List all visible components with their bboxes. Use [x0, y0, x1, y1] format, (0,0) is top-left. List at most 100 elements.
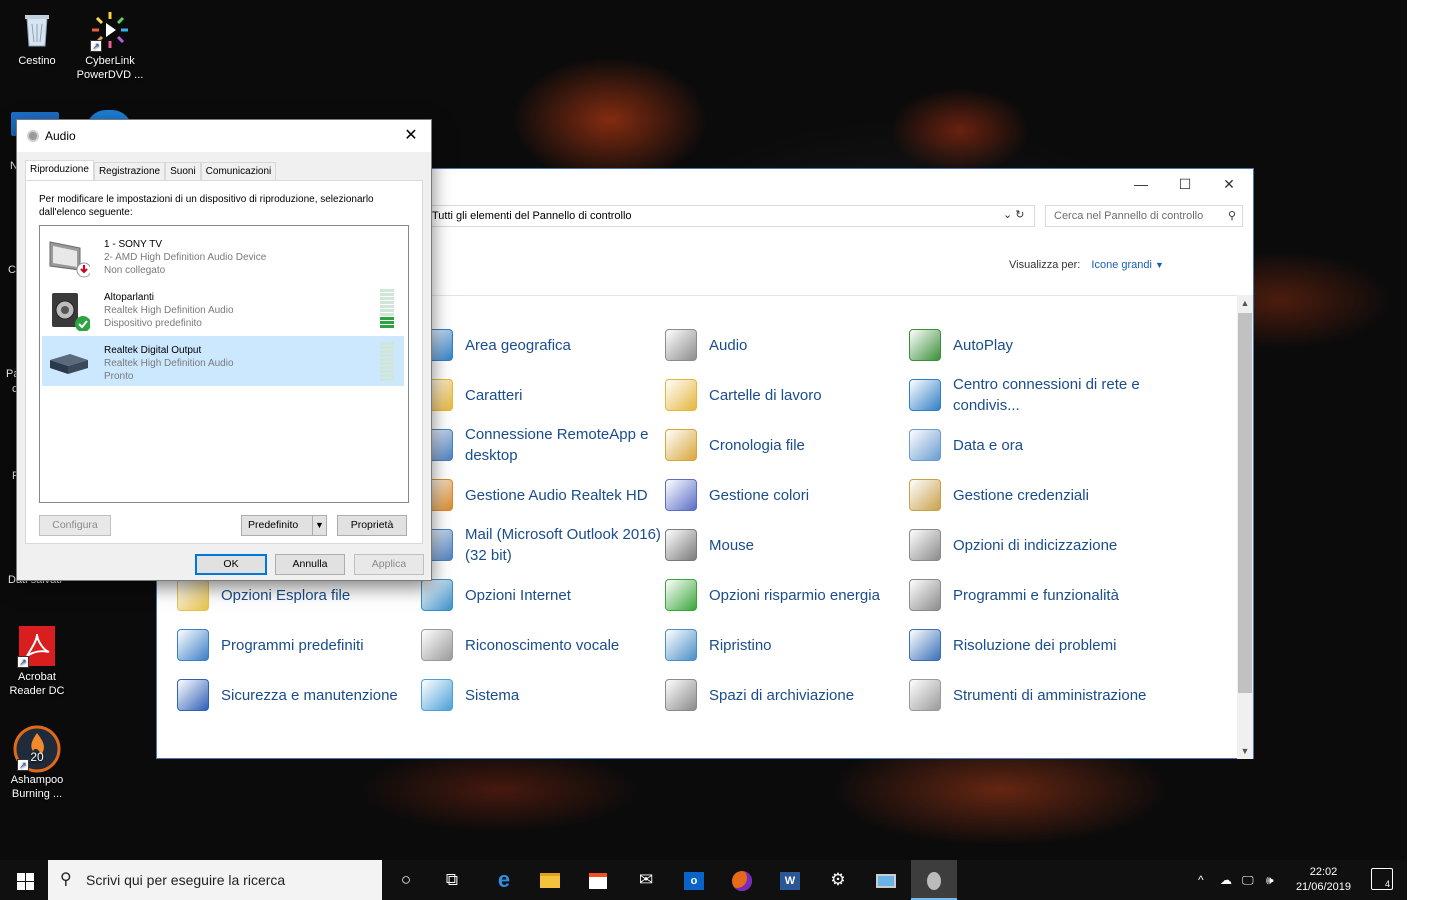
- tab-comunicazioni[interactable]: Comunicazioni: [200, 162, 277, 180]
- view-by-value[interactable]: Icone grandi: [1091, 259, 1152, 271]
- word-icon[interactable]: W: [767, 860, 813, 900]
- cancel-button[interactable]: Annulla: [275, 554, 345, 575]
- control-panel-item-icon: [665, 329, 697, 361]
- onedrive-icon[interactable]: ☁: [1220, 860, 1232, 900]
- control-panel-item[interactable]: Gestione credenziali: [909, 470, 1149, 520]
- control-panel-item-label: Risoluzione dei problemi: [953, 636, 1117, 654]
- control-panel-item[interactable]: Opzioni Internet: [421, 570, 661, 620]
- device-item-altoparlanti[interactable]: Altoparlanti Realtek High Definition Aud…: [42, 283, 404, 333]
- store-icon[interactable]: [575, 860, 621, 900]
- taskbar-search[interactable]: ⚲ Scrivi qui per eseguire la ricerca: [48, 860, 382, 900]
- device-status: Non collegato: [104, 265, 166, 276]
- scroll-up-arrow-icon[interactable]: ▲: [1237, 295, 1253, 311]
- desktop-icon-label: Ashampoo Burning ...: [10, 774, 64, 800]
- outlook-icon[interactable]: o: [671, 860, 717, 900]
- tab-suoni[interactable]: Suoni: [165, 162, 201, 180]
- volume-icon[interactable]: 🕪: [1266, 860, 1274, 900]
- apply-button[interactable]: Applica: [354, 554, 424, 575]
- control-panel-item[interactable]: Opzioni di indicizzazione: [909, 520, 1149, 570]
- tab-registrazione[interactable]: Registrazione: [93, 162, 166, 180]
- address-bar[interactable]: Tutti gli elementi del Pannello di contr…: [427, 205, 1035, 227]
- audio-dialog-titlebar[interactable]: Audio ✕: [17, 120, 431, 152]
- control-panel-item[interactable]: Spazi di archiviazione: [665, 670, 905, 720]
- maximize-button[interactable]: ☐: [1163, 173, 1207, 195]
- control-panel-item[interactable]: Riconoscimento vocale: [421, 620, 661, 670]
- show-hidden-icons[interactable]: ^: [1198, 860, 1204, 900]
- control-panel-item-label: Strumenti di amministrazione: [953, 686, 1147, 704]
- settings-gear-icon[interactable]: ⚙: [815, 860, 861, 900]
- edge-icon[interactable]: e: [481, 860, 527, 900]
- tab-riproduzione[interactable]: Riproduzione: [25, 160, 94, 180]
- control-panel-item[interactable]: Risoluzione dei problemi: [909, 620, 1149, 670]
- control-panel-item-label: Opzioni Internet: [465, 586, 571, 604]
- device-item-realtek-digital-output[interactable]: Realtek Digital Output Realtek High Defi…: [42, 336, 404, 386]
- control-panel-item[interactable]: Programmi predefiniti: [177, 620, 417, 670]
- scroll-down-arrow-icon[interactable]: ▼: [1237, 743, 1253, 759]
- dropdown-arrow-icon[interactable]: ▼: [312, 516, 326, 535]
- control-panel-icon[interactable]: [863, 860, 909, 900]
- action-center-icon[interactable]: 4: [1371, 868, 1393, 890]
- chevron-down-icon: ▼: [1155, 260, 1164, 270]
- control-panel-item[interactable]: AutoPlay: [909, 320, 1149, 370]
- ok-button[interactable]: OK: [195, 554, 267, 575]
- control-panel-item[interactable]: Strumenti di amministrazione: [909, 670, 1149, 720]
- desktop-icon-recycle-bin[interactable]: Cestino: [0, 10, 74, 68]
- meter-segment: [380, 374, 394, 377]
- audio-taskbar-icon[interactable]: [911, 860, 957, 900]
- refresh-icon[interactable]: ↻: [1015, 209, 1024, 221]
- device-item-sony-tv[interactable]: 1 - SONY TV 2- AMD High Definition Audio…: [42, 230, 404, 280]
- control-panel-item-label: Gestione credenziali: [953, 486, 1089, 504]
- device-status: Dispositivo predefinito: [104, 318, 202, 329]
- control-panel-item[interactable]: Sistema: [421, 670, 661, 720]
- acrobat-reader-icon: ↗: [17, 626, 57, 668]
- desktop-icon-acrobat[interactable]: ↗ Acrobat Reader DC: [0, 626, 74, 698]
- desktop-icon-ashampoo[interactable]: 20 ↗ Ashampoo Burning ...: [0, 725, 74, 801]
- control-panel-item[interactable]: Gestione colori: [665, 470, 905, 520]
- device-text: Altoparlanti Realtek High Definition Aud…: [104, 291, 234, 330]
- audio-dialog: Audio ✕ Riproduzione Registrazione Suoni…: [16, 119, 432, 581]
- meter-segment: [380, 358, 394, 361]
- chevron-down-icon[interactable]: ⌄: [1003, 209, 1012, 221]
- control-panel-item[interactable]: Programmi e funzionalità: [909, 570, 1149, 620]
- control-panel-item[interactable]: Mail (Microsoft Outlook 2016) (32 bit): [421, 520, 661, 570]
- control-panel-item[interactable]: Mouse: [665, 520, 905, 570]
- control-panel-item[interactable]: Cronologia file: [665, 420, 905, 470]
- vertical-scrollbar[interactable]: ▲ ▼: [1237, 295, 1253, 759]
- desktop-icon-powerdvd[interactable]: ↗ CyberLink PowerDVD ...: [73, 10, 147, 82]
- desktop-icon-label: CyberLink PowerDVD ...: [76, 55, 144, 81]
- cortana-icon[interactable]: ○: [383, 860, 429, 900]
- control-panel-item[interactable]: Gestione Audio Realtek HD: [421, 470, 661, 520]
- search-placeholder: Scrivi qui per eseguire la ricerca: [86, 872, 286, 888]
- network-icon[interactable]: 🖵: [1242, 860, 1254, 900]
- meter-segment: [380, 309, 394, 312]
- control-panel-item[interactable]: Data e ora: [909, 420, 1149, 470]
- control-panel-item[interactable]: Centro connessioni di rete e condivis...: [909, 370, 1149, 420]
- close-button[interactable]: ✕: [1207, 173, 1251, 195]
- system-clock[interactable]: 22:02 21/06/2019: [1296, 865, 1351, 895]
- configure-button[interactable]: Configura: [39, 515, 111, 536]
- control-panel-item[interactable]: Cartelle di lavoro: [665, 370, 905, 420]
- file-explorer-icon[interactable]: [527, 860, 573, 900]
- control-panel-item[interactable]: Connessione RemoteApp e desktop: [421, 420, 661, 470]
- control-panel-item[interactable]: Opzioni risparmio energia: [665, 570, 905, 620]
- control-panel-item[interactable]: Sicurezza e manutenzione: [177, 670, 417, 720]
- minimize-button[interactable]: —: [1119, 173, 1163, 195]
- device-name: Altoparlanti: [104, 292, 155, 303]
- address-bar-controls[interactable]: ⌄ ↻: [1003, 205, 1035, 227]
- properties-button[interactable]: Proprietà: [337, 515, 407, 536]
- meter-segment: [380, 305, 394, 308]
- close-button[interactable]: ✕: [399, 120, 423, 152]
- task-view-icon[interactable]: ⧉: [429, 860, 475, 900]
- control-panel-item[interactable]: Ripristino: [665, 620, 905, 670]
- control-panel-search[interactable]: Cerca nel Pannello di controllo ⚲: [1045, 205, 1243, 227]
- control-panel-item[interactable]: Audio: [665, 320, 905, 370]
- scrollbar-thumb[interactable]: [1238, 313, 1252, 693]
- firefox-icon[interactable]: [719, 860, 765, 900]
- start-button[interactable]: [0, 860, 48, 900]
- control-panel-item[interactable]: Area geografica: [421, 320, 661, 370]
- set-default-button[interactable]: Predefinito ▼: [241, 515, 327, 536]
- mail-icon[interactable]: ✉: [623, 860, 669, 900]
- view-by-selector[interactable]: Visualizza per: Icone grandi ▼: [1009, 259, 1164, 271]
- control-panel-item[interactable]: Caratteri: [421, 370, 661, 420]
- view-by-label: Visualizza per:: [1009, 259, 1081, 271]
